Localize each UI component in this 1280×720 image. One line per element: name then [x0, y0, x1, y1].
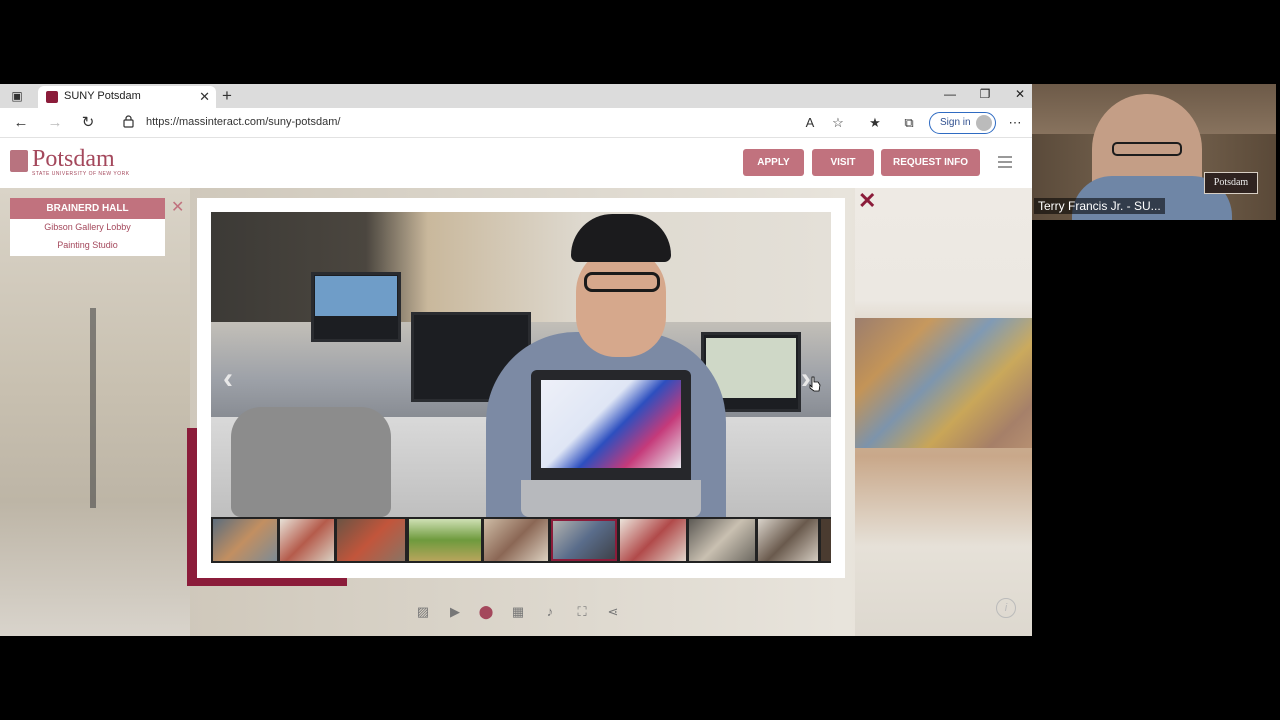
forward-icon[interactable]: →	[46, 114, 64, 132]
info-icon[interactable]: i	[996, 598, 1016, 618]
logo-text: Potsdam	[32, 146, 115, 172]
tab-actions-icon[interactable]: ▣	[8, 88, 26, 104]
url-field[interactable]: https://massinteract.com/suny-potsdam/	[146, 116, 340, 128]
window-close-icon[interactable]: ✕	[1010, 87, 1030, 101]
thumbnail[interactable]	[280, 519, 334, 561]
photo-laptop-artwork	[541, 380, 681, 468]
photo-student-glasses	[584, 272, 660, 292]
photos-icon[interactable]: ▨	[413, 602, 433, 622]
add-favorite-icon[interactable]: ☆	[829, 115, 847, 131]
gallery-photo: ‹ ›	[211, 212, 831, 517]
thumbnail[interactable]	[758, 519, 818, 561]
tab-bar: ▣ SUNY Potsdam ✕ + — ❐ ✕	[0, 84, 1032, 108]
location-menu: BRAINERD HALL Gibson Gallery Lobby Paint…	[10, 198, 165, 256]
visit-button[interactable]: VISIT	[812, 149, 874, 176]
favorites-icon[interactable]: ★	[866, 115, 884, 131]
previous-photo-icon[interactable]: ‹	[223, 364, 233, 394]
tour-toolbar: ▨ ▶ ⬤ ▦ ♪ ⛶ ⋖	[410, 600, 626, 624]
close-lightbox-icon[interactable]: ✕	[858, 190, 876, 212]
sign-in-label: Sign in	[940, 117, 971, 128]
site-header: Potsdam STATE UNIVERSITY OF NEW YORK APP…	[0, 138, 1032, 188]
location-menu-header[interactable]: BRAINERD HALL	[10, 198, 165, 219]
apply-button[interactable]: APPLY	[743, 149, 804, 176]
address-bar-row: ← → ↻ https://massinteract.com/suny-pots…	[0, 108, 1032, 138]
video-icon[interactable]: ▶	[445, 602, 465, 622]
site-favicon-icon	[46, 91, 58, 103]
minimize-icon[interactable]: —	[940, 87, 960, 101]
web-page: Potsdam STATE UNIVERSITY OF NEW YORK APP…	[0, 138, 1032, 636]
more-menu-icon[interactable]: ⋯	[1006, 115, 1024, 131]
video-frame: ▣ SUNY Potsdam ✕ + — ❐ ✕ ← → ↻ https://m…	[0, 0, 1280, 720]
close-menu-icon[interactable]: ✕	[171, 200, 184, 216]
restore-icon[interactable]: ❐	[975, 87, 995, 101]
location-item-painting-studio[interactable]: Painting Studio	[10, 240, 165, 250]
photo-monitor-screen	[315, 276, 397, 316]
lock-icon	[123, 115, 134, 128]
thumbnail[interactable]	[821, 519, 831, 561]
browser-tab[interactable]: SUNY Potsdam ✕	[38, 86, 216, 108]
read-aloud-icon[interactable]: A	[801, 115, 819, 130]
fullscreen-icon[interactable]: ⛶	[572, 602, 592, 622]
sign-in-button[interactable]: Sign in	[929, 112, 996, 134]
tab-title: SUNY Potsdam	[64, 90, 141, 102]
audio-icon[interactable]: ♪	[540, 602, 560, 622]
photo-chair	[231, 407, 391, 517]
thumbnail[interactable]	[620, 519, 686, 561]
thumbnail[interactable]	[484, 519, 548, 561]
profile-avatar-icon	[976, 115, 992, 131]
new-tab-icon[interactable]: +	[222, 86, 232, 106]
location-item-gibson-gallery-lobby[interactable]: Gibson Gallery Lobby	[10, 222, 165, 232]
easel	[90, 308, 96, 508]
refresh-icon[interactable]: ↻	[79, 114, 97, 132]
photo-lightbox: ‹ ›	[197, 198, 845, 578]
photo-student-head	[576, 247, 666, 357]
logo-mark-icon	[10, 150, 28, 172]
logo-subtext: STATE UNIVERSITY OF NEW YORK	[32, 171, 130, 177]
thumbnail[interactable]	[213, 519, 277, 561]
photo-wall	[211, 212, 831, 322]
thumbnail-strip	[211, 517, 831, 563]
webcam-background-sign: Potsdam	[1204, 172, 1258, 194]
collections-icon[interactable]: ⧉	[900, 115, 918, 131]
browser-window: ▣ SUNY Potsdam ✕ + — ❐ ✕ ← → ↻ https://m…	[0, 84, 1032, 636]
photo-laptop-keyboard	[521, 480, 701, 517]
thumbnail[interactable]	[689, 519, 755, 561]
hamburger-menu-icon[interactable]	[998, 156, 1012, 168]
participant-name-label: Terry Francis Jr. - SU...	[1034, 198, 1165, 214]
back-icon[interactable]: ←	[12, 114, 30, 132]
floorplan-icon[interactable]: ▦	[508, 602, 528, 622]
thumbnail[interactable]	[409, 519, 481, 561]
webcam-participant-glasses	[1112, 142, 1182, 156]
mouse-pointer-icon	[809, 376, 821, 392]
webcam-feed: Potsdam Terry Francis Jr. - SU...	[1032, 84, 1276, 220]
potsdam-logo[interactable]: Potsdam STATE UNIVERSITY OF NEW YORK	[10, 146, 130, 180]
request-info-button[interactable]: REQUEST INFO	[881, 149, 980, 176]
map-pin-icon[interactable]: ⬤	[476, 602, 496, 622]
thumbnail-selected[interactable]	[551, 519, 617, 561]
virtual-tour-panorama[interactable]: BRAINERD HALL Gibson Gallery Lobby Paint…	[0, 188, 1032, 636]
share-icon[interactable]: ⋖	[603, 602, 623, 622]
tab-close-icon[interactable]: ✕	[199, 89, 210, 105]
wall-painting	[855, 318, 1032, 448]
thumbnail[interactable]	[337, 519, 405, 561]
